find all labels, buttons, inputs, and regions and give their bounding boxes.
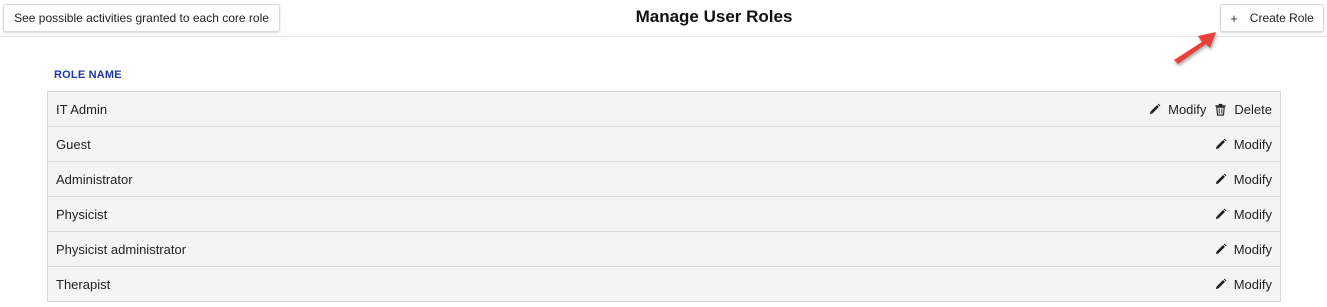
see-activities-button[interactable]: See possible activities granted to each … [3, 4, 280, 32]
pencil-icon [1214, 243, 1227, 256]
roles-table: IT Admin Modify Delete Guest Modify Admi… [47, 91, 1281, 302]
pencil-icon [1214, 138, 1227, 151]
pencil-icon [1148, 103, 1161, 116]
role-name: Therapist [56, 276, 111, 292]
row-actions: Modify [1214, 277, 1272, 292]
role-name: Guest [56, 136, 91, 152]
table-row: Guest Modify [48, 127, 1280, 162]
pencil-icon [1214, 208, 1227, 221]
role-name: Administrator [56, 171, 133, 187]
row-actions: Modify [1214, 242, 1272, 257]
pencil-icon [1214, 173, 1227, 186]
modify-button[interactable]: Modify [1214, 207, 1272, 222]
red-arrow-icon [1174, 32, 1216, 64]
row-actions: Modify [1214, 172, 1272, 187]
table-row: Physicist administrator Modify [48, 232, 1280, 267]
modify-button[interactable]: Modify [1214, 277, 1272, 292]
row-actions: Modify [1214, 137, 1272, 152]
modify-label: Modify [1233, 276, 1272, 292]
modify-label: Modify [1233, 206, 1272, 222]
pencil-icon [1214, 278, 1227, 291]
modify-label: Modify [1233, 241, 1272, 257]
manage-user-roles-page: See possible activities granted to each … [0, 0, 1327, 307]
delete-button[interactable]: Delete [1214, 102, 1272, 117]
table-row: Therapist Modify [48, 267, 1280, 301]
delete-label: Delete [1234, 101, 1272, 117]
modify-button[interactable]: Modify [1214, 172, 1272, 187]
create-role-label: Create Role [1249, 11, 1314, 25]
role-name: Physicist [56, 206, 108, 222]
header-bar: See possible activities granted to each … [0, 0, 1327, 37]
modify-button[interactable]: Modify [1214, 242, 1272, 257]
modify-label: Modify [1168, 101, 1207, 117]
see-activities-label: See possible activities granted to each … [14, 11, 269, 25]
modify-button[interactable]: Modify [1214, 137, 1272, 152]
trash-icon [1214, 103, 1227, 116]
modify-button[interactable]: Modify [1148, 102, 1206, 117]
row-actions: Modify [1214, 207, 1272, 222]
role-name: Physicist administrator [56, 241, 187, 257]
page-title: Manage User Roles [635, 7, 793, 26]
column-header-role-name: ROLE NAME [54, 69, 122, 81]
modify-label: Modify [1233, 136, 1272, 152]
modify-label: Modify [1233, 171, 1272, 187]
table-row: Administrator Modify [48, 162, 1280, 197]
row-actions: Modify Delete [1148, 102, 1272, 117]
plus-icon: + [1230, 10, 1238, 26]
create-role-button[interactable]: + Create Role [1220, 4, 1324, 32]
table-row: IT Admin Modify Delete [48, 92, 1280, 127]
role-name: IT Admin [56, 101, 108, 117]
table-row: Physicist Modify [48, 197, 1280, 232]
